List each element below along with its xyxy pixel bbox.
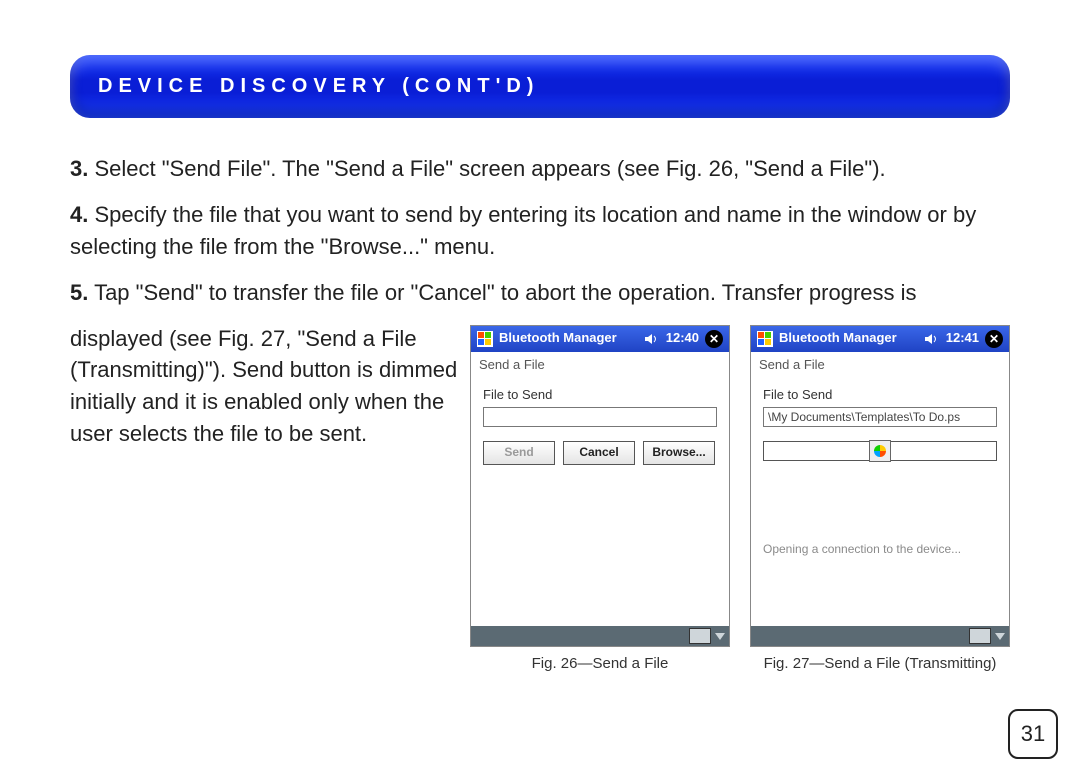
- browse-button[interactable]: Browse...: [643, 441, 715, 464]
- figure-caption: Fig. 27—Send a File (Transmitting): [750, 653, 1010, 675]
- screen-subtitle: Send a File: [471, 352, 729, 377]
- send-button[interactable]: Send: [483, 441, 555, 464]
- titlebar-text: Bluetooth Manager: [779, 329, 897, 348]
- busy-cursor-icon: [869, 440, 891, 462]
- pda-titlebar: Bluetooth Manager 12:41 ✕: [751, 326, 1009, 352]
- banner-title: DEVICE DISCOVERY (CONT'D): [98, 75, 539, 97]
- file-to-send-label: File to Send: [763, 386, 997, 405]
- file-path-input[interactable]: [483, 407, 717, 427]
- status-text: Opening a connection to the device...: [763, 541, 997, 558]
- step-text: Select "Send File". The "Send a File" sc…: [88, 156, 885, 181]
- menu-triangle-icon[interactable]: [715, 633, 725, 640]
- step-text: Tap "Send" to transfer the file or "Canc…: [88, 280, 916, 305]
- menu-triangle-icon[interactable]: [995, 633, 1005, 640]
- pda-titlebar: Bluetooth Manager 12:40 ✕: [471, 326, 729, 352]
- clock-text: 12:40: [666, 329, 699, 348]
- progress-bar: [763, 441, 997, 461]
- pda-screenshot: Bluetooth Manager 12:40 ✕ Send a File Fi…: [470, 325, 730, 648]
- pda-body: File to Send \My Documents\Templates\To …: [751, 376, 1009, 626]
- cancel-button[interactable]: Cancel: [563, 441, 635, 464]
- speaker-icon: [642, 330, 660, 348]
- clock-text: 12:41: [946, 329, 979, 348]
- step-4: 4. Specify the file that you want to sen…: [70, 199, 1010, 263]
- keyboard-icon[interactable]: [969, 628, 991, 644]
- close-icon[interactable]: ✕: [705, 330, 723, 348]
- windows-flag-icon: [757, 331, 773, 347]
- step-5: 5. Tap "Send" to transfer the file or "C…: [70, 277, 1010, 309]
- speaker-icon: [922, 330, 940, 348]
- figures-row: Bluetooth Manager 12:40 ✕ Send a File Fi…: [470, 325, 1010, 676]
- page-number-value: 31: [1021, 721, 1045, 747]
- step-3: 3. Select "Send File". The "Send a File"…: [70, 153, 1010, 185]
- figure-26: Bluetooth Manager 12:40 ✕ Send a File Fi…: [470, 325, 730, 676]
- pda-screenshot: Bluetooth Manager 12:41 ✕ Send a File Fi…: [750, 325, 1010, 648]
- step-number: 5.: [70, 280, 88, 305]
- figure-caption: Fig. 26—Send a File: [470, 653, 730, 675]
- pda-body: File to Send Send Cancel Browse...: [471, 376, 729, 626]
- manual-page: DEVICE DISCOVERY (CONT'D) 3. Select "Sen…: [0, 0, 1080, 777]
- section-banner: DEVICE DISCOVERY (CONT'D): [70, 55, 1010, 118]
- step-text: displayed (see Fig. 27, "Send a File (Tr…: [70, 326, 457, 447]
- step-5-continuation: displayed (see Fig. 27, "Send a File (Tr…: [70, 323, 460, 451]
- step-number: 3.: [70, 156, 88, 181]
- page-number: 31: [1008, 709, 1058, 759]
- figure-27: Bluetooth Manager 12:41 ✕ Send a File Fi…: [750, 325, 1010, 676]
- body-text: 3. Select "Send File". The "Send a File"…: [70, 153, 1010, 675]
- step-number: 4.: [70, 202, 88, 227]
- file-to-send-label: File to Send: [483, 386, 717, 405]
- close-icon[interactable]: ✕: [985, 330, 1003, 348]
- screen-subtitle: Send a File: [751, 352, 1009, 377]
- windows-flag-icon: [477, 331, 493, 347]
- titlebar-text: Bluetooth Manager: [499, 329, 617, 348]
- button-row: Send Cancel Browse...: [483, 441, 717, 464]
- pda-taskbar: [751, 626, 1009, 646]
- keyboard-icon[interactable]: [689, 628, 711, 644]
- file-path-input[interactable]: \My Documents\Templates\To Do.ps: [763, 407, 997, 427]
- pda-taskbar: [471, 626, 729, 646]
- step-text: Specify the file that you want to send b…: [70, 202, 976, 259]
